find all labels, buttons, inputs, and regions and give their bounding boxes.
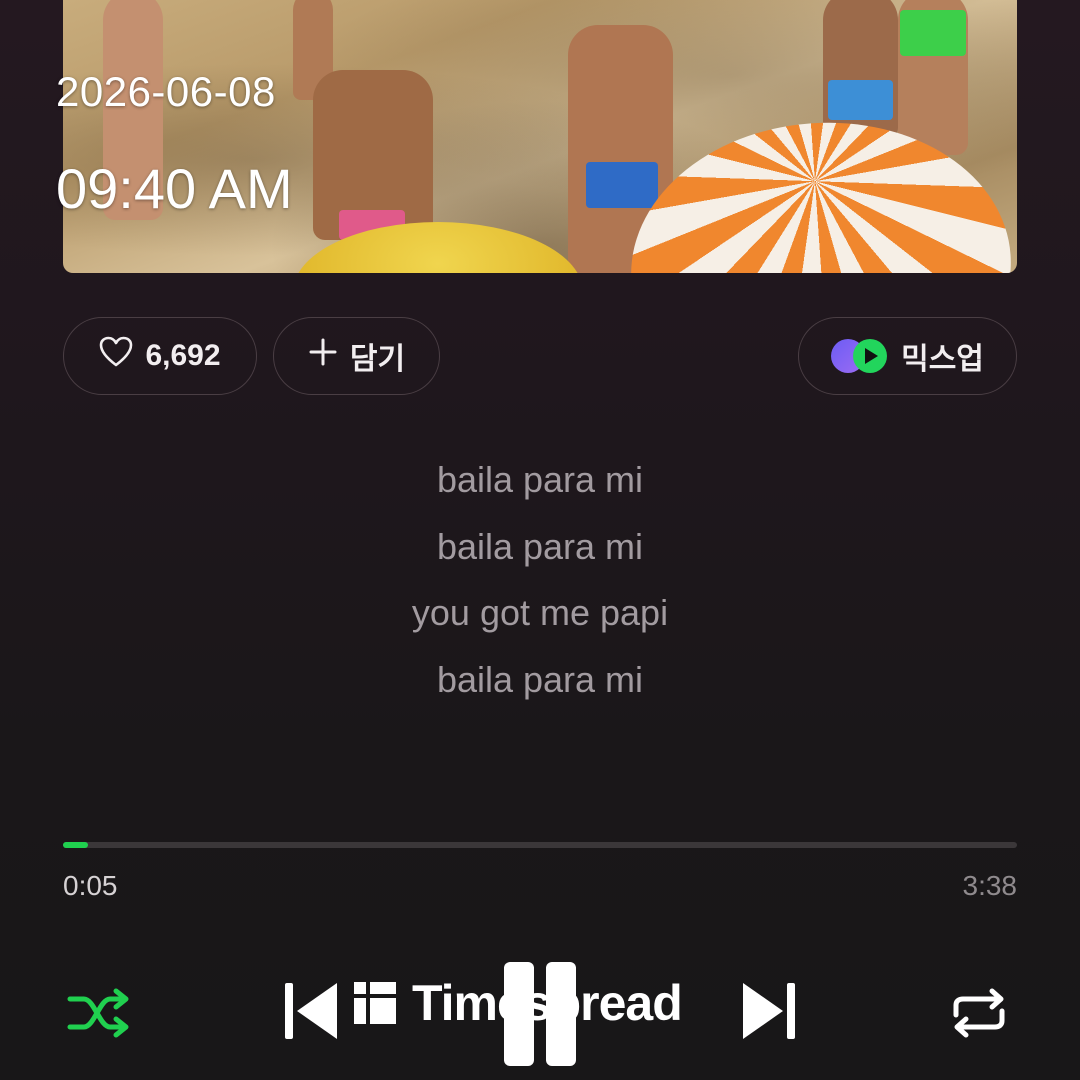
add-to-playlist-button[interactable]: 담기 xyxy=(273,317,440,395)
mixup-logo-icon xyxy=(831,338,889,374)
repeat-button[interactable] xyxy=(946,985,1012,1045)
elapsed-time: 0:05 xyxy=(63,870,118,901)
like-count: 6,692 xyxy=(145,339,221,372)
art-trunks-lightblue xyxy=(828,80,893,120)
plus-icon xyxy=(308,337,338,375)
timespread-logo-icon xyxy=(354,982,396,1024)
add-label: 담기 xyxy=(349,343,406,376)
shuffle-button[interactable] xyxy=(62,985,136,1045)
lyric-line: you got me papi xyxy=(411,592,669,633)
repeat-icon xyxy=(948,985,1010,1046)
timespread-watermark: Timespread xyxy=(354,975,683,1031)
next-button[interactable] xyxy=(738,978,800,1048)
art-trunks-blue xyxy=(586,162,658,208)
mixup-label: 믹스업 xyxy=(901,343,984,376)
lyrics-panel[interactable]: baila para mi baila para mi you got me p… xyxy=(0,455,1080,721)
like-button[interactable]: 6,692 xyxy=(63,317,257,395)
overlay-date: 2026-06-08 xyxy=(56,68,276,115)
mixup-button[interactable]: 믹스업 xyxy=(798,317,1017,395)
total-time: 3:38 xyxy=(962,870,1018,901)
watermark-text: Timespread xyxy=(412,975,683,1031)
seek-bar-fill xyxy=(63,842,88,848)
previous-icon xyxy=(283,979,339,1048)
lyric-line: baila para mi xyxy=(436,658,644,700)
overlay-time: 09:40 AM xyxy=(56,157,293,220)
lyric-line: baila para mi xyxy=(436,459,644,500)
seek-bar[interactable] xyxy=(63,842,1017,848)
heart-outline-icon xyxy=(99,336,133,376)
art-trunks-green xyxy=(900,10,966,56)
next-icon xyxy=(741,979,797,1048)
shuffle-icon xyxy=(64,985,134,1046)
album-art xyxy=(63,0,1017,273)
lyric-line: baila para mi xyxy=(436,525,644,567)
previous-button[interactable] xyxy=(280,978,342,1048)
